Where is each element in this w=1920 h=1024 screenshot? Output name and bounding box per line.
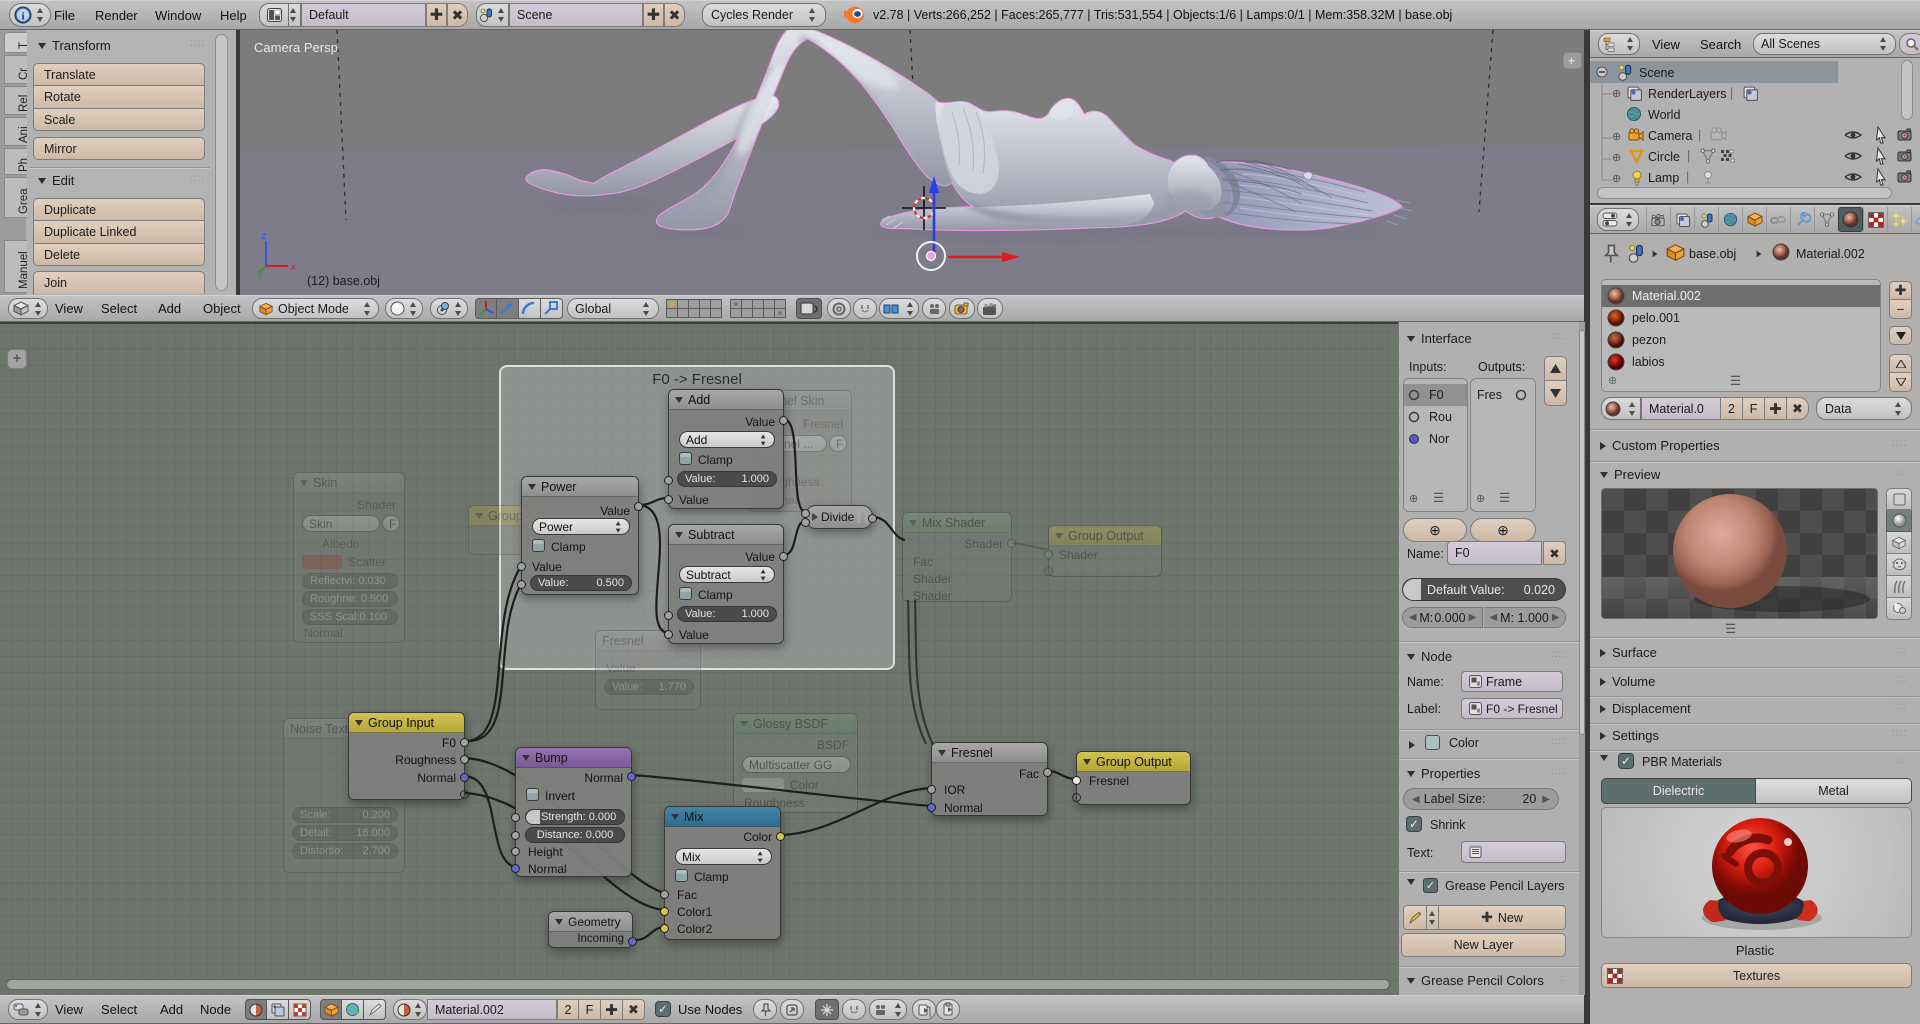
svg-text:z: z xyxy=(261,231,266,242)
svg-text:y: y xyxy=(258,269,263,280)
svg-text:Camera Persp: Camera Persp xyxy=(254,40,338,55)
svg-text:x: x xyxy=(291,262,296,273)
svg-text:+: + xyxy=(1568,54,1575,68)
svg-text:(12) base.obj: (12) base.obj xyxy=(307,274,380,288)
svg-text:i: i xyxy=(21,11,24,23)
